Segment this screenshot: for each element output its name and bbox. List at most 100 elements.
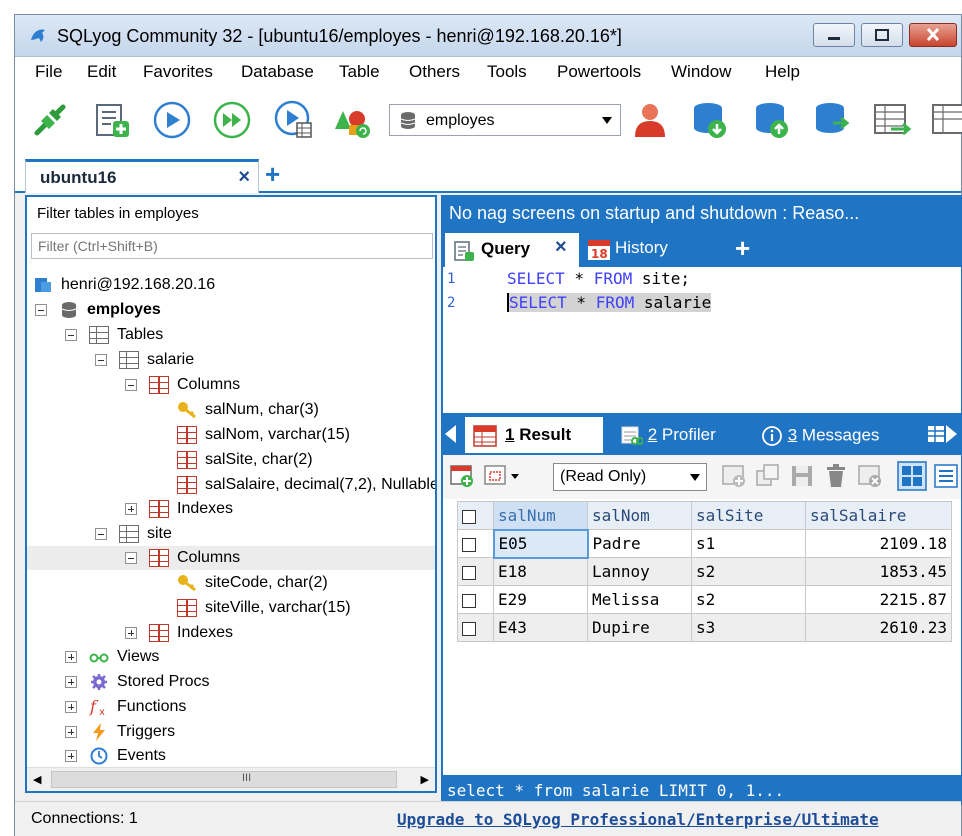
tab-scroll-left-icon[interactable] (445, 425, 456, 443)
tab-messages[interactable]: 3 Messages (761, 425, 879, 447)
tree-node-column[interactable]: siteCode, char(2) (177, 571, 328, 595)
table-cell[interactable]: Dupire (587, 613, 692, 642)
column-header[interactable]: salNom (587, 501, 692, 530)
add-connection-tab-button[interactable]: + (265, 159, 280, 190)
menu-window[interactable]: Window (671, 62, 731, 82)
table-cell[interactable]: 2109.18 (805, 529, 952, 558)
read-only-select[interactable]: (Read Only) (553, 463, 707, 491)
collapse-toggle[interactable] (125, 379, 137, 391)
schema-designer-icon[interactable] (331, 99, 373, 141)
tree-node-views[interactable]: Views (65, 645, 159, 669)
table-view-icon[interactable] (927, 425, 945, 443)
execute-query-icon[interactable] (151, 99, 193, 141)
row-checkbox-cell[interactable] (457, 613, 494, 642)
menu-file[interactable]: File (35, 62, 62, 82)
duplicate-row-icon[interactable] (755, 463, 781, 489)
cancel-changes-icon[interactable] (857, 463, 883, 489)
execute-edit-icon[interactable] (273, 99, 315, 141)
menu-others[interactable]: Others (409, 62, 460, 82)
collapse-toggle[interactable] (95, 528, 107, 540)
tree-node-events[interactable]: Events (65, 744, 166, 765)
table-row[interactable]: E43 Dupire s3 2610.23 (457, 613, 952, 642)
database-select[interactable]: employes (389, 104, 621, 136)
collapse-toggle[interactable] (65, 329, 77, 341)
insert-record-icon[interactable] (721, 463, 747, 489)
connection-tab-ubuntu16[interactable]: ubuntu16 × (25, 159, 259, 193)
tree-node-table-site[interactable]: site (95, 522, 172, 546)
sync-database-icon[interactable] (811, 99, 853, 141)
tree-node-tables[interactable]: Tables (65, 323, 163, 347)
scroll-thumb[interactable]: III (51, 771, 397, 788)
row-checkbox[interactable] (462, 593, 476, 608)
execute-all-icon[interactable] (211, 99, 253, 141)
menu-edit[interactable]: Edit (87, 62, 116, 82)
tree-node-column[interactable]: salSite, char(2) (177, 448, 313, 472)
collapse-toggle[interactable] (125, 552, 137, 564)
close-icon[interactable]: × (238, 166, 250, 189)
expand-toggle[interactable] (65, 750, 77, 762)
select-all-checkbox-cell[interactable] (457, 501, 494, 530)
backup-database-icon[interactable] (689, 99, 731, 141)
tree-node-functions[interactable]: f x Functions (65, 695, 186, 719)
scroll-right-arrow-icon[interactable]: ▶ (421, 773, 429, 786)
table-diagnostics-icon[interactable] (929, 99, 962, 141)
import-data-icon[interactable] (871, 99, 913, 141)
collapse-toggle[interactable] (95, 354, 107, 366)
table-cell[interactable]: s2 (691, 585, 806, 614)
column-header[interactable]: salNum (493, 501, 588, 530)
menu-help[interactable]: Help (765, 62, 800, 82)
tree-horizontal-scrollbar[interactable]: ◀ III ▶ (27, 767, 435, 791)
table-cell[interactable]: E29 (493, 585, 588, 614)
expand-toggle[interactable] (65, 651, 77, 663)
new-query-icon[interactable] (91, 99, 133, 141)
menu-favorites[interactable]: Favorites (143, 62, 213, 82)
maximize-button[interactable] (861, 23, 903, 47)
tab-scroll-right-icon[interactable] (946, 425, 957, 443)
tree-node-column[interactable]: salNom, varchar(15) (177, 423, 350, 447)
scroll-left-arrow-icon[interactable]: ◀ (33, 773, 41, 786)
table-cell[interactable]: s3 (691, 613, 806, 642)
tree-node-column[interactable]: salNum, char(3) (177, 398, 319, 422)
row-checkbox-cell[interactable] (457, 557, 494, 586)
tab-profiler[interactable]: 2 Profiler (621, 425, 716, 446)
row-checkbox[interactable] (462, 621, 476, 636)
sql-editor[interactable]: 1 SELECT * FROM site; 2 SELECT * FROM sa… (441, 267, 962, 413)
minimize-button[interactable] (813, 23, 855, 47)
tree-node-column[interactable]: salSalaire, decimal(7,2), Nullable (177, 473, 435, 497)
tree-node-connection[interactable]: henri@192.168.20.16 (33, 273, 215, 297)
upgrade-link[interactable]: Upgrade to SQLyog Professional/Enterpris… (397, 810, 879, 829)
tree-node-indexes[interactable]: Indexes (125, 621, 233, 645)
column-header[interactable]: salSalaire (805, 501, 952, 530)
tab-query[interactable]: Query × (445, 233, 579, 267)
table-row[interactable]: E18 Lannoy s2 1853.45 (457, 557, 952, 586)
tree-node-columns[interactable]: Columns (125, 373, 240, 397)
form-view-icon[interactable] (933, 463, 959, 489)
table-cell[interactable]: E43 (493, 613, 588, 642)
menu-powertools[interactable]: Powertools (557, 62, 641, 82)
tab-result[interactable]: 1 Result (465, 417, 603, 453)
table-cell[interactable]: Lannoy (587, 557, 692, 586)
table-cell[interactable]: s2 (691, 557, 806, 586)
expand-toggle[interactable] (65, 676, 77, 688)
user-manager-icon[interactable] (629, 99, 671, 141)
row-checkbox[interactable] (462, 565, 476, 580)
table-cell[interactable]: 1853.45 (805, 557, 952, 586)
nag-banner[interactable]: No nag screens on startup and shutdown :… (441, 195, 962, 231)
tree-node-column[interactable]: siteVille, varchar(15) (177, 596, 351, 620)
save-icon[interactable] (789, 463, 815, 489)
restore-database-icon[interactable] (751, 99, 793, 141)
expand-toggle[interactable] (65, 701, 77, 713)
tree-node-stored-procs[interactable]: Stored Procs (65, 670, 209, 694)
table-row[interactable]: E05 Padre s1 2109.18 (457, 528, 952, 559)
table-cell[interactable]: E05 (492, 528, 589, 559)
close-icon[interactable]: × (555, 236, 567, 259)
grid-view-icon[interactable] (897, 461, 927, 491)
table-cell[interactable]: E18 (493, 557, 588, 586)
tree-node-triggers[interactable]: Triggers (65, 720, 175, 744)
new-connection-icon[interactable] (29, 99, 71, 141)
table-cell[interactable]: 2610.23 (805, 613, 952, 642)
filter-input[interactable] (31, 233, 433, 259)
table-row[interactable]: E29 Melissa s2 2215.87 (457, 585, 952, 614)
grid-options-icon[interactable] (483, 463, 525, 489)
expand-toggle[interactable] (125, 627, 137, 639)
